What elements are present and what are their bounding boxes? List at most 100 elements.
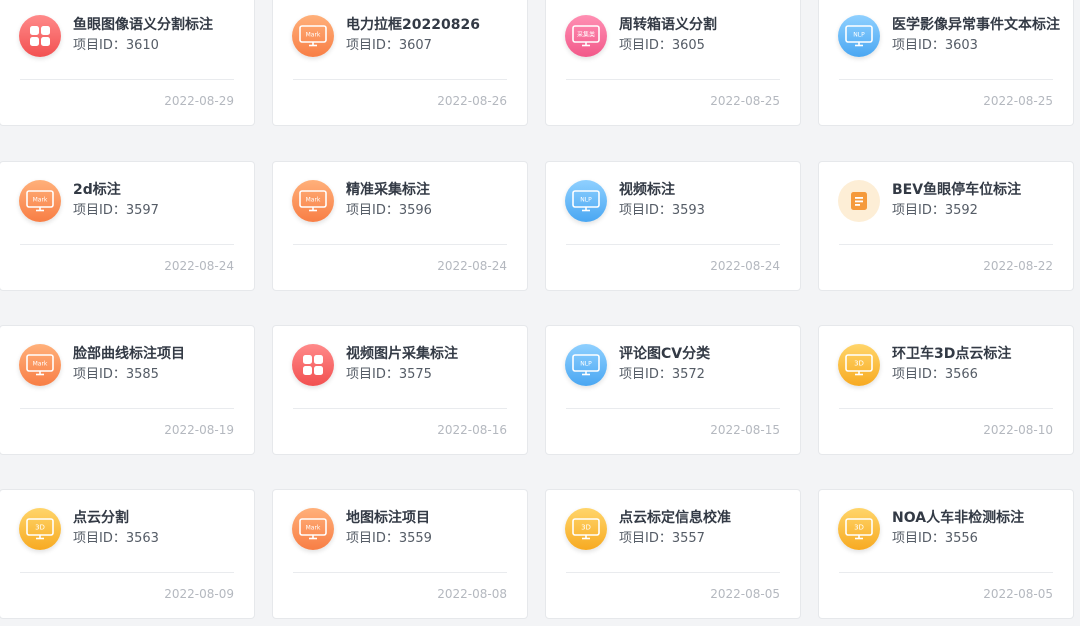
- project-card[interactable]: 采集类 周转箱语义分割 项目ID：3605 2022-08-25: [545, 0, 801, 126]
- project-card[interactable]: Mark 2d标注 项目ID：3597 2022-08-24: [0, 161, 255, 291]
- project-id: 项目ID：3607: [346, 36, 432, 56]
- project-id: 项目ID：3585: [73, 365, 159, 385]
- project-id-value: 3610: [125, 38, 159, 53]
- project-id: 项目ID：3593: [619, 201, 705, 221]
- project-id-value: 3603: [944, 38, 978, 53]
- card-divider: [566, 244, 780, 245]
- card-divider: [839, 572, 1053, 573]
- project-card[interactable]: Mark 地图标注项目 项目ID：3559 2022-08-08: [272, 489, 528, 619]
- project-id: 项目ID：3566: [892, 365, 978, 385]
- project-id-value: 3572: [671, 367, 705, 382]
- 3d-icon: 3D: [838, 344, 880, 386]
- project-id-value: 3566: [944, 367, 978, 382]
- project-card[interactable]: Mark 脸部曲线标注项目 项目ID：3585 2022-08-19: [0, 325, 255, 455]
- project-title[interactable]: 电力拉框20220826: [346, 15, 516, 36]
- project-date: 2022-08-08: [437, 587, 507, 601]
- project-id-value: 3556: [944, 531, 978, 546]
- svg-text:3D: 3D: [854, 524, 864, 532]
- project-id-value: 3605: [671, 38, 705, 53]
- card-divider: [566, 408, 780, 409]
- project-title[interactable]: 点云分割: [73, 508, 243, 529]
- project-title[interactable]: 2d标注: [73, 180, 243, 201]
- project-title[interactable]: 鱼眼图像语义分割标注: [73, 15, 243, 36]
- card-divider: [293, 408, 507, 409]
- project-card[interactable]: 视频图片采集标注 项目ID：3575 2022-08-16: [272, 325, 528, 455]
- project-card[interactable]: Mark 电力拉框20220826 项目ID：3607 2022-08-26: [272, 0, 528, 126]
- card-divider: [20, 572, 234, 573]
- project-id-value: 3607: [398, 38, 432, 53]
- project-title[interactable]: 精准采集标注: [346, 180, 516, 201]
- project-date: 2022-08-25: [710, 94, 780, 108]
- project-card[interactable]: Mark 精准采集标注 项目ID：3596 2022-08-24: [272, 161, 528, 291]
- project-date: 2022-08-24: [164, 259, 234, 273]
- project-title[interactable]: 环卫车3D点云标注: [892, 344, 1062, 365]
- project-date: 2022-08-19: [164, 423, 234, 437]
- svg-text:采集类: 采集类: [577, 31, 595, 39]
- project-card-grid: 鱼眼图像语义分割标注 项目ID：3610 2022-08-29 Mark 电力拉框202…: [0, 0, 1080, 626]
- project-date: 2022-08-05: [983, 587, 1053, 601]
- project-id-label: 项目ID：: [346, 367, 399, 382]
- project-id-label: 项目ID：: [346, 531, 399, 546]
- project-title[interactable]: 地图标注项目: [346, 508, 516, 529]
- project-id-label: 项目ID：: [619, 367, 672, 382]
- project-date: 2022-08-24: [437, 259, 507, 273]
- project-card[interactable]: BEV鱼眼停车位标注 项目ID：3592 2022-08-22: [818, 161, 1074, 291]
- card-divider: [20, 244, 234, 245]
- card-divider: [839, 408, 1053, 409]
- mark-icon: Mark: [292, 15, 334, 57]
- svg-text:NLP: NLP: [580, 197, 592, 204]
- project-card[interactable]: 3D 点云分割 项目ID：3563 2022-08-09: [0, 489, 255, 619]
- project-id: 项目ID：3605: [619, 36, 705, 56]
- project-date: 2022-08-15: [710, 423, 780, 437]
- project-id-value: 3593: [671, 203, 705, 218]
- project-id-label: 项目ID：: [892, 367, 945, 382]
- project-date: 2022-08-16: [437, 423, 507, 437]
- mark-icon: Mark: [292, 508, 334, 550]
- project-id: 项目ID：3603: [892, 36, 978, 56]
- project-title[interactable]: 视频图片采集标注: [346, 344, 516, 365]
- svg-text:3D: 3D: [854, 360, 864, 368]
- project-card[interactable]: 鱼眼图像语义分割标注 项目ID：3610 2022-08-29: [0, 0, 255, 126]
- project-card[interactable]: NLP 医学影像异常事件文本标注 项目ID：3603 2022-08-25: [818, 0, 1074, 126]
- project-card[interactable]: NLP 视频标注 项目ID：3593 2022-08-24: [545, 161, 801, 291]
- project-id-label: 项目ID：: [619, 531, 672, 546]
- project-title[interactable]: 脸部曲线标注项目: [73, 344, 243, 365]
- project-id: 项目ID：3575: [346, 365, 432, 385]
- project-card[interactable]: NLP 评论图CV分类 项目ID：3572 2022-08-15: [545, 325, 801, 455]
- project-id: 项目ID：3557: [619, 529, 705, 549]
- project-date: 2022-08-05: [710, 587, 780, 601]
- project-id: 项目ID：3610: [73, 36, 159, 56]
- project-title[interactable]: 周转箱语义分割: [619, 15, 789, 36]
- project-title[interactable]: 点云标定信息校准: [619, 508, 789, 529]
- project-title[interactable]: NOA人车非检测标注: [892, 508, 1062, 529]
- project-id-label: 项目ID：: [73, 38, 126, 53]
- project-card[interactable]: 3D NOA人车非检测标注 项目ID：3556 2022-08-05: [818, 489, 1074, 619]
- project-id: 项目ID：3556: [892, 529, 978, 549]
- project-title[interactable]: BEV鱼眼停车位标注: [892, 180, 1062, 201]
- svg-text:Mark: Mark: [33, 197, 48, 204]
- card-divider: [293, 572, 507, 573]
- project-id-label: 项目ID：: [892, 531, 945, 546]
- mark-icon: Mark: [292, 180, 334, 222]
- project-title[interactable]: 评论图CV分类: [619, 344, 789, 365]
- svg-text:Mark: Mark: [33, 361, 48, 368]
- card-divider: [20, 408, 234, 409]
- project-date: 2022-08-25: [983, 94, 1053, 108]
- collect-icon: 采集类: [565, 15, 607, 57]
- svg-text:Mark: Mark: [306, 525, 321, 532]
- svg-text:Mark: Mark: [306, 32, 321, 39]
- project-card[interactable]: 3D 点云标定信息校准 项目ID：3557 2022-08-05: [545, 489, 801, 619]
- project-id-label: 项目ID：: [892, 203, 945, 218]
- project-title[interactable]: 视频标注: [619, 180, 789, 201]
- project-date: 2022-08-22: [983, 259, 1053, 273]
- 3d-icon: 3D: [565, 508, 607, 550]
- project-date: 2022-08-10: [983, 423, 1053, 437]
- project-title[interactable]: 医学影像异常事件文本标注: [892, 15, 1062, 36]
- card-divider: [293, 79, 507, 80]
- project-id-label: 项目ID：: [346, 203, 399, 218]
- project-id-label: 项目ID：: [73, 367, 126, 382]
- grid-icon: [19, 15, 61, 57]
- card-divider: [293, 244, 507, 245]
- project-card[interactable]: 3D 环卫车3D点云标注 项目ID：3566 2022-08-10: [818, 325, 1074, 455]
- project-id-label: 项目ID：: [346, 38, 399, 53]
